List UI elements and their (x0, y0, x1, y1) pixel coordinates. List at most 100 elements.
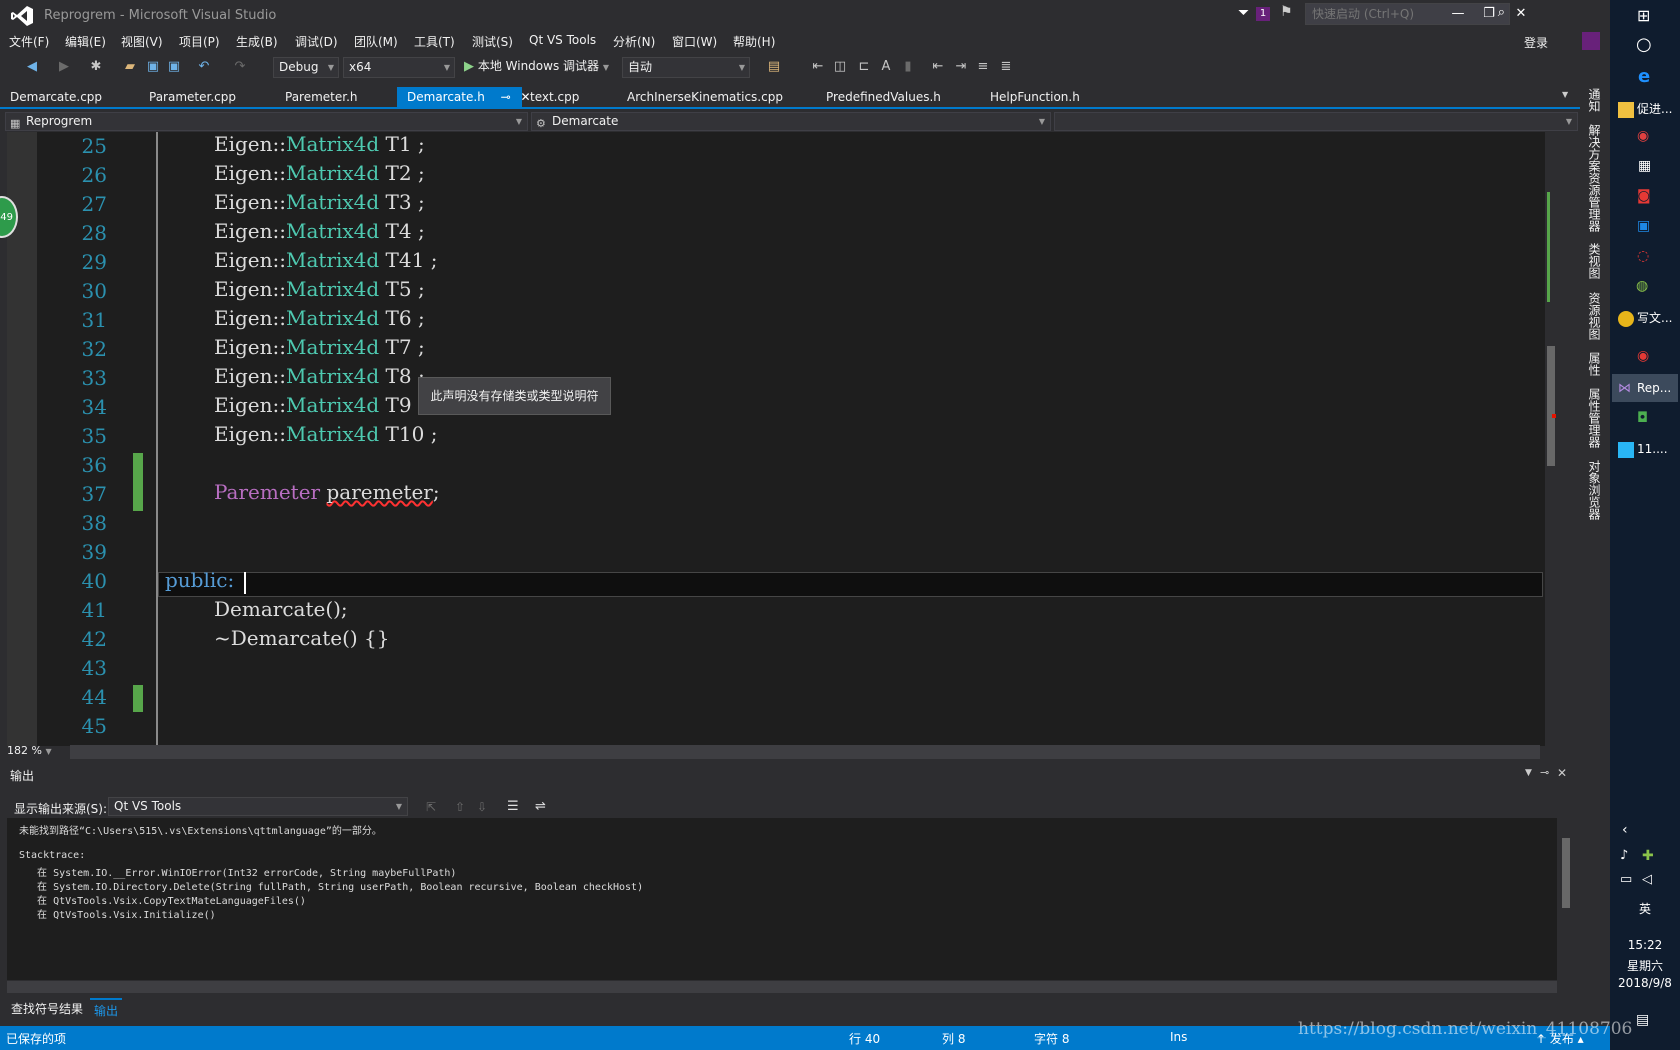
code-line[interactable]: Eigen::Matrix4d T4 ; (214, 219, 425, 243)
code-line[interactable]: Eigen::Matrix4d T8 ; (214, 364, 425, 388)
sign-in-link[interactable]: 登录 (1524, 34, 1548, 51)
edge-browser-icon[interactable]: e (1638, 66, 1650, 87)
app-icon[interactable]: ◌ (1637, 248, 1649, 264)
breakpoint-window-icon[interactable]: ◫ (832, 59, 848, 75)
previous-message-icon[interactable]: ⇧ (455, 800, 465, 814)
tab-helpfunction-h[interactable]: HelpFunction.h (980, 87, 1090, 107)
wechat-icon[interactable]: ◍ (1636, 278, 1648, 294)
notification-count-badge[interactable]: 1 (1256, 7, 1270, 21)
menu-analyze[interactable]: 分析(N) (613, 33, 655, 50)
editor-scroll-thumb[interactable] (1547, 346, 1555, 466)
code-line[interactable]: Eigen::Matrix4d T6 ; (214, 306, 425, 330)
hierarchy-icon[interactable]: ⊏ (856, 59, 872, 75)
pin-icon[interactable]: ⊸ (501, 90, 511, 104)
find-message-icon[interactable]: ⇱ (426, 800, 436, 814)
tab-object-browser[interactable]: 对象浏览器 (1586, 460, 1603, 520)
cortana-icon[interactable]: ○ (1636, 34, 1652, 55)
menu-file[interactable]: 文件(F) (9, 33, 49, 50)
notification-bell-icon[interactable]: ♪ (1620, 848, 1628, 863)
clock-date[interactable]: 2018/9/8 (1612, 976, 1678, 990)
account-icon[interactable] (1582, 32, 1600, 50)
code-line[interactable]: Eigen::Matrix4d T10 ; (214, 422, 437, 446)
panel-menu-chevron-icon[interactable]: ▼ (1525, 768, 1532, 778)
output-scroll-thumb[interactable] (1562, 838, 1570, 908)
next-message-icon[interactable]: ⇩ (477, 800, 487, 814)
solution-platform-select[interactable]: x64 ▼ (343, 57, 455, 78)
code-line[interactable]: ~Demarcate() {} (214, 626, 390, 650)
network-icon[interactable]: ▭ (1620, 872, 1632, 887)
code-line[interactable]: Paremeter paremeter; (214, 480, 440, 504)
taskbar-item-folder[interactable]: 促进... (1612, 95, 1678, 123)
editor-horizontal-scrollbar[interactable] (70, 745, 1540, 759)
undo-icon[interactable]: ↶ (196, 59, 212, 75)
save-all-icon[interactable]: ▣ (166, 59, 182, 75)
menu-test[interactable]: 测试(S) (472, 33, 513, 50)
code-line[interactable]: Eigen::Matrix4d T1 ; (214, 132, 425, 156)
menu-project[interactable]: 项目(P) (179, 33, 220, 50)
menu-help[interactable]: 帮助(H) (733, 33, 775, 50)
tab-properties[interactable]: 属性 (1586, 352, 1603, 376)
close-icon[interactable]: ✕ (1557, 766, 1567, 780)
code-line[interactable]: Eigen::Matrix4d T41 ; (214, 248, 437, 272)
notification-flag-icon[interactable]: ⏷ (1238, 5, 1254, 23)
tab-text-cpp[interactable]: text.cpp (520, 87, 589, 107)
step-icon[interactable]: ⇤ (810, 59, 826, 75)
uncomment-icon[interactable]: ≣ (998, 59, 1014, 75)
close-button[interactable]: ✕ (1508, 4, 1534, 26)
menu-build[interactable]: 生成(B) (236, 33, 278, 50)
show-hidden-icons-chevron-icon[interactable]: ‹ (1622, 822, 1628, 838)
app-icon[interactable]: ▣ (1637, 218, 1650, 234)
taskbar-item-chrome[interactable]: 写文... (1612, 304, 1678, 332)
pin-icon[interactable]: ⊸ (1540, 766, 1549, 779)
code-line[interactable]: Eigen::Matrix4d T9 ; (214, 393, 425, 417)
member-select[interactable]: ▼ (1054, 112, 1578, 131)
tab-predefinedvalues-h[interactable]: PredefinedValues.h (816, 87, 951, 107)
redo-icon[interactable]: ↷ (232, 59, 248, 75)
indent-icon[interactable]: ⇥ (953, 59, 969, 75)
project-select[interactable]: ▦ Reprogrem ▼ (5, 112, 528, 131)
find-in-files-icon[interactable]: ▤ (766, 59, 782, 75)
restore-button[interactable]: ❐ (1476, 4, 1502, 26)
tab-overflow-chevron-icon[interactable]: ▼ (1562, 90, 1568, 99)
new-project-icon[interactable]: ✱ (88, 59, 104, 75)
taskbar-item-visual-studio[interactable]: ⋈ Rep... (1612, 374, 1678, 402)
menu-edit[interactable]: 编辑(E) (65, 33, 106, 50)
app-icon[interactable]: ◉ (1637, 128, 1649, 144)
tab-solution-explorer[interactable]: 解决方案资源管理器 (1586, 124, 1603, 232)
output-source-select[interactable]: Qt VS Tools ▼ (108, 797, 408, 816)
ime-indicator[interactable]: 英 (1630, 900, 1660, 917)
output-horizontal-scrollbar[interactable] (7, 981, 1557, 993)
calculator-icon[interactable]: ▦ (1638, 158, 1651, 174)
tab-notifications[interactable]: 通知 (1586, 88, 1603, 112)
menu-qt-vs-tools[interactable]: Qt VS Tools (529, 33, 596, 47)
save-icon[interactable]: ▣ (145, 59, 161, 75)
tab-output[interactable]: 输出 (90, 998, 123, 1018)
code-line[interactable]: Eigen::Matrix4d T7 ; (214, 335, 425, 359)
solution-configuration-select[interactable]: Debug ▼ (273, 57, 339, 78)
volume-icon[interactable]: ◁ (1642, 872, 1652, 887)
action-center-icon[interactable]: ▤ (1636, 1012, 1649, 1028)
tab-demarcate-h[interactable]: Demarcate.h ⊸ ✕ (397, 87, 531, 107)
code-line[interactable]: Eigen::Matrix4d T2 ; (214, 161, 425, 185)
comment-icon[interactable]: ≡ (975, 59, 991, 75)
code-line[interactable]: public: (165, 568, 234, 592)
clear-all-icon[interactable]: ☰ (507, 799, 519, 814)
scope-select[interactable]: ⚙ Demarcate ▼ (531, 112, 1051, 131)
word-wrap-icon[interactable]: ⇌ (535, 799, 546, 814)
forward-icon[interactable]: ▶ (56, 59, 72, 75)
taskbar-item-explorer[interactable]: 11.... (1612, 435, 1678, 463)
error-squiggle-identifier[interactable]: paremeter (326, 480, 432, 504)
menu-view[interactable]: 视图(V) (121, 33, 163, 50)
app-icon[interactable]: ◙ (1637, 188, 1651, 204)
app-icon[interactable]: ◘ (1637, 410, 1648, 426)
output-text-area[interactable]: 未能找到路径“C:\Users\515\.vs\Extensions\qttml… (7, 818, 1557, 980)
feedback-icon[interactable]: ⚑ (1280, 4, 1298, 22)
tab-paremeter-h[interactable]: Paremeter.h (275, 87, 368, 107)
zoom-level-select[interactable]: 182 % ▼ (7, 744, 67, 760)
menu-team[interactable]: 团队(M) (354, 33, 398, 50)
tab-demarcate-cpp[interactable]: Demarcate.cpp (0, 87, 112, 107)
font-icon[interactable]: A (878, 59, 894, 75)
open-folder-icon[interactable]: ▰ (122, 59, 138, 75)
tab-property-manager[interactable]: 属性管理器 (1586, 388, 1603, 448)
tray-app-icon[interactable]: ✚ (1642, 848, 1654, 864)
